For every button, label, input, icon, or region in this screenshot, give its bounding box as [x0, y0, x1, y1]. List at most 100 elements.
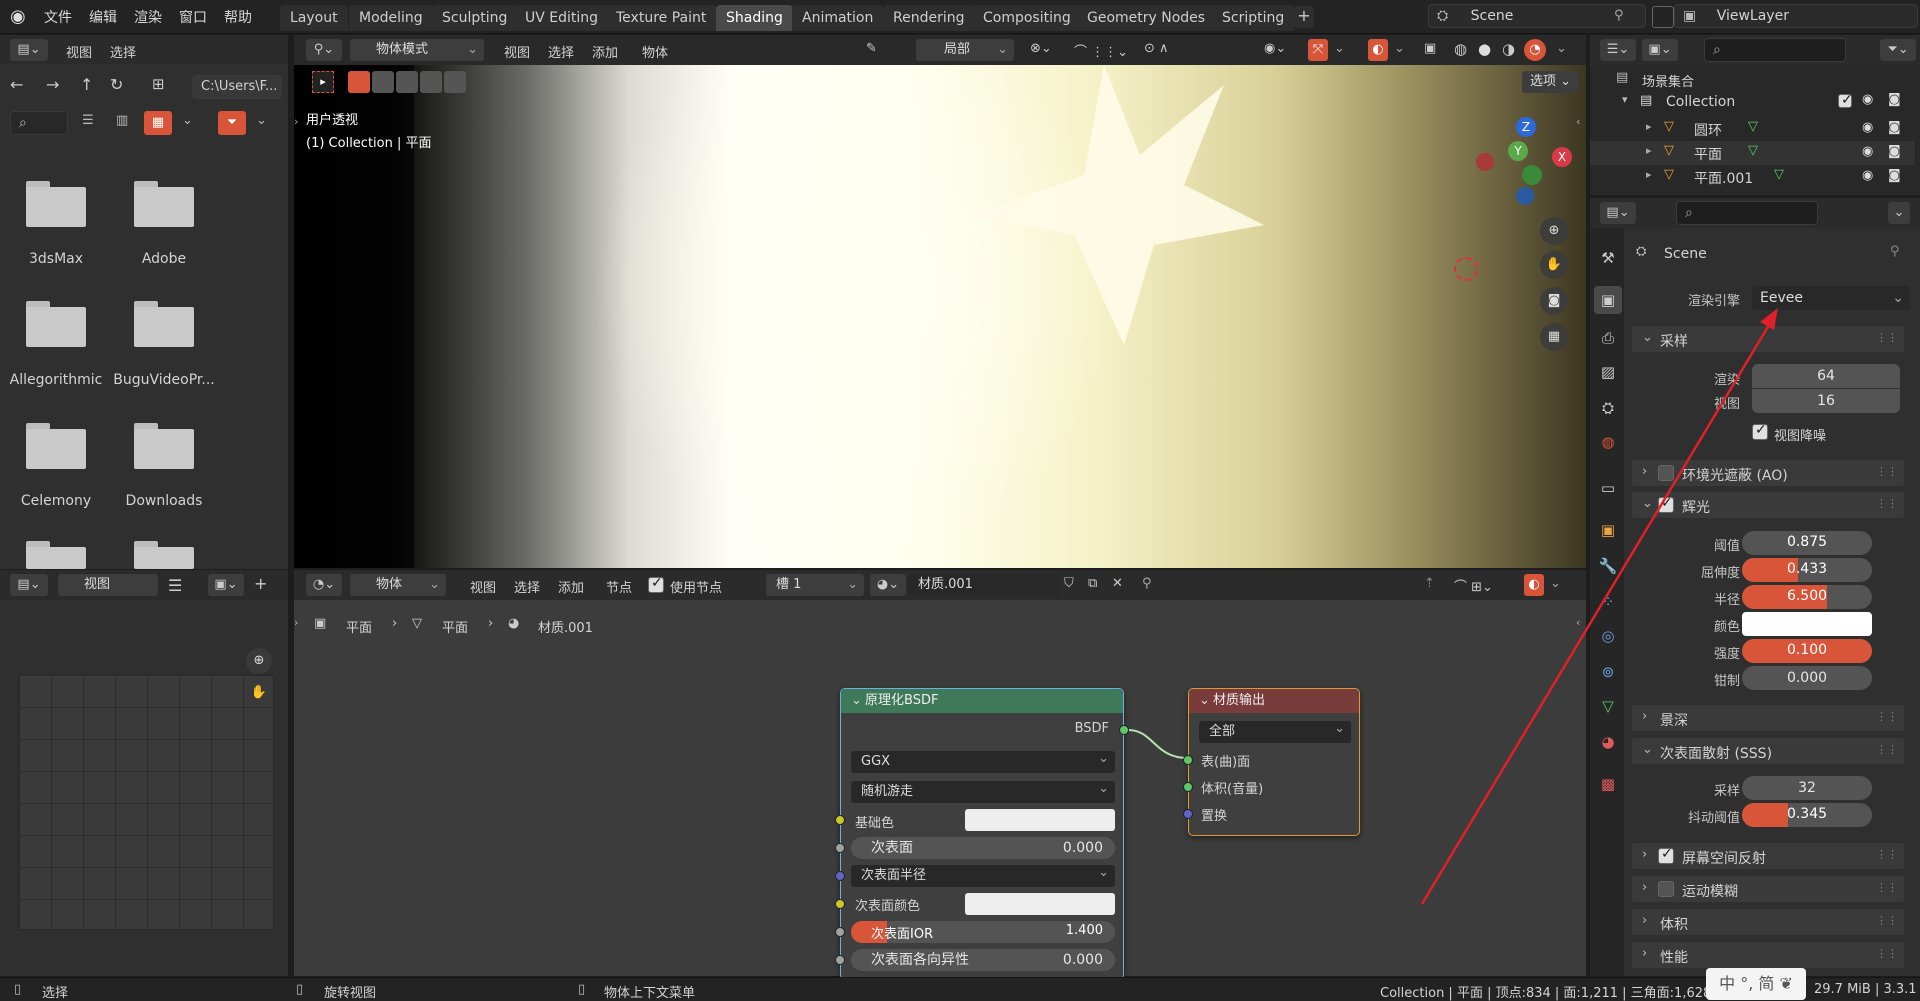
tab-layout[interactable]: Layout: [280, 5, 348, 31]
texture-tab-icon[interactable]: ▩: [1594, 770, 1622, 798]
visibility-icon[interactable]: ◉⌄: [1264, 41, 1286, 56]
collapse-chevron-icon[interactable]: ⌄: [1199, 689, 1210, 713]
new-image-icon[interactable]: +: [254, 574, 267, 593]
list-view-icon[interactable]: ☰: [82, 113, 94, 128]
drag-grip-icon[interactable]: ⋮⋮: [1876, 848, 1898, 861]
editor-type-icon[interactable]: ☰⌄: [1600, 39, 1636, 61]
editor-type-icon[interactable]: ▤⌄: [10, 574, 48, 596]
material-output-node[interactable]: ⌄ 材质输出 全部 表(曲)面 体积(音量) 置换: [1183, 688, 1360, 836]
tab-shading[interactable]: Shading: [716, 5, 793, 31]
dof-panel-header[interactable]: › 景深 ⋮⋮: [1632, 705, 1904, 731]
tab-uv-editing[interactable]: UV Editing: [515, 5, 609, 31]
folder-icon[interactable]: [26, 181, 86, 227]
subsurface-aniso-socket[interactable]: [835, 955, 845, 965]
sss-samples-field[interactable]: 32: [1742, 776, 1872, 800]
folder-label[interactable]: Adobe: [109, 251, 219, 267]
navigation-gizmo[interactable]: Z X Y: [1466, 113, 1576, 223]
wireframe-shading-icon[interactable]: ◍: [1454, 40, 1467, 58]
menu-edit[interactable]: 编辑: [89, 7, 117, 27]
sampling-render-field[interactable]: 64: [1752, 364, 1900, 388]
gizmo-z-axis[interactable]: Z: [1516, 117, 1536, 137]
chevron-down-icon[interactable]: ⌄: [1888, 202, 1910, 224]
viewport-menu-select[interactable]: 选择: [548, 42, 574, 61]
expand-chevron-icon[interactable]: ▸: [1646, 144, 1652, 157]
scene-collection-label[interactable]: 场景集合: [1642, 71, 1694, 90]
ime-toolbar[interactable]: 中 °, 简 ❦: [1706, 968, 1806, 1000]
volumetrics-panel-header[interactable]: › 体积 ⋮⋮: [1632, 909, 1904, 935]
subsurface-ior-socket[interactable]: [835, 927, 845, 937]
sss-panel-header[interactable]: ⌄ 次表面散射 (SSS) ⋮⋮: [1632, 738, 1904, 764]
subsurface-ior-slider[interactable]: 次表面IOR 1.400: [851, 921, 1115, 943]
render-tab-icon[interactable]: ▣: [1594, 286, 1622, 314]
scene-tab-icon[interactable]: ⛭: [1594, 394, 1622, 422]
viewport-denoise-checkbox[interactable]: [1752, 422, 1768, 440]
drag-grip-icon[interactable]: ⋮⋮: [1876, 914, 1898, 927]
subsurface-color-swatch[interactable]: [965, 893, 1115, 915]
pan-hand-icon[interactable]: ✋: [246, 680, 272, 706]
path-field[interactable]: C:\Users\F...: [192, 75, 282, 99]
principled-bsdf-node[interactable]: ⌄ 原理化BSDF BSDF GGX 随机游走 基础色 次表面0.000 次表面…: [835, 688, 1129, 980]
bloom-panel-header[interactable]: ⌄辉光⋮⋮: [1632, 492, 1904, 518]
bloom-color-swatch[interactable]: [1742, 612, 1872, 636]
constraints-tab-icon[interactable]: ⊚: [1594, 658, 1622, 686]
chevron-down-icon[interactable]: ⌄: [1334, 41, 1345, 56]
chevron-down-icon[interactable]: ⌄: [1394, 41, 1405, 56]
folder-label[interactable]: 3dsMax: [1, 251, 111, 267]
solid-shading-icon[interactable]: ●: [1478, 40, 1491, 58]
tab-texture-paint[interactable]: Texture Paint: [606, 5, 717, 31]
bloom-radius-slider[interactable]: 6.500: [1742, 585, 1872, 609]
view-layer-tab-icon[interactable]: ▨: [1594, 358, 1622, 386]
particles-tab-icon[interactable]: ⁘: [1594, 588, 1622, 616]
folder-icon[interactable]: [26, 301, 86, 347]
eye-icon[interactable]: ◉: [1862, 168, 1873, 183]
collapse-chevron-icon[interactable]: ⌄: [851, 689, 862, 713]
snap-icon[interactable]: ⌒ ⋮⋮⌄: [1074, 41, 1128, 60]
folder-label[interactable]: Downloads: [109, 493, 219, 509]
viewport-menu-view[interactable]: 视图: [504, 42, 530, 61]
drag-grip-icon[interactable]: ⋮⋮: [1876, 947, 1898, 960]
add-workspace-button[interactable]: +: [1294, 6, 1314, 28]
drag-grip-icon[interactable]: ⋮⋮: [1876, 743, 1898, 756]
menu-file[interactable]: 文件: [44, 7, 72, 27]
camera-icon[interactable]: ◙: [1540, 287, 1568, 315]
camera-icon[interactable]: ◙: [1888, 144, 1901, 159]
bloom-threshold-slider[interactable]: 0.875: [1742, 531, 1872, 555]
collection-tab-icon[interactable]: ▭: [1594, 474, 1622, 502]
bloom-checkbox[interactable]: [1658, 495, 1674, 513]
pin-icon[interactable]: ⚲: [1890, 244, 1900, 259]
folder-icon[interactable]: [26, 423, 86, 469]
view-mode-dropdown[interactable]: 视图: [58, 574, 158, 596]
sss-jitter-slider[interactable]: 0.345: [1742, 803, 1872, 827]
3d-viewport[interactable]: ⚲⌄ 物体模式 ⌄ 视图 选择 添加 物体 ✎ 局部 ⌄ ⊗⌄ ⌒ ⋮⋮⌄ ⊙ ∧ …: [294, 35, 1586, 568]
editor-type-icon[interactable]: ⚲⌄: [306, 39, 342, 61]
display-mode-icon[interactable]: ▣⌄: [1642, 39, 1678, 61]
tab-rendering[interactable]: Rendering: [883, 5, 975, 31]
tab-scripting[interactable]: Scripting: [1212, 5, 1295, 31]
material-tab-icon[interactable]: ◕: [1594, 728, 1622, 756]
volume-socket[interactable]: [1183, 782, 1193, 792]
ssr-checkbox[interactable]: [1658, 846, 1674, 864]
tab-modeling[interactable]: Modeling: [349, 5, 433, 31]
compact-view-icon[interactable]: ▥: [116, 113, 128, 128]
outliner-item-label[interactable]: 圆环: [1694, 120, 1722, 140]
outliner-item-label[interactable]: 平面: [1694, 144, 1722, 164]
tab-geometry-nodes[interactable]: Geometry Nodes: [1077, 5, 1216, 31]
filter-icon[interactable]: ⏷: [218, 111, 246, 135]
properties-search[interactable]: ⌕: [1676, 201, 1818, 225]
subsurface-slider[interactable]: 次表面 0.000: [851, 837, 1115, 859]
xray-icon[interactable]: ▣: [1424, 41, 1436, 56]
bloom-intensity-slider[interactable]: 0.100: [1742, 639, 1872, 663]
render-engine-dropdown[interactable]: Eevee ⌄: [1752, 286, 1910, 310]
output-node-header[interactable]: ⌄ 材质输出: [1189, 689, 1359, 713]
gizmo-neg-z[interactable]: [1516, 187, 1534, 205]
outliner-row[interactable]: ▸ ▽ 平面.001 ▽ ◉ ◙: [1590, 165, 1915, 189]
object-mode-dropdown[interactable]: 物体模式 ⌄: [350, 39, 484, 61]
ssr-panel-header[interactable]: ›屏幕空间反射⋮⋮: [1632, 843, 1904, 869]
subsurface-radius-dropdown[interactable]: 次表面半径: [851, 862, 1115, 887]
gizmo-y-axis[interactable]: Y: [1508, 141, 1528, 161]
ao-checkbox[interactable]: [1658, 465, 1674, 481]
select-intersect-icon[interactable]: [444, 71, 466, 93]
rendered-shading-icon[interactable]: ◔: [1524, 39, 1546, 61]
transform-orientation-dropdown[interactable]: 局部 ⌄: [916, 39, 1014, 61]
tool-tab-icon[interactable]: ⚒: [1594, 244, 1622, 272]
